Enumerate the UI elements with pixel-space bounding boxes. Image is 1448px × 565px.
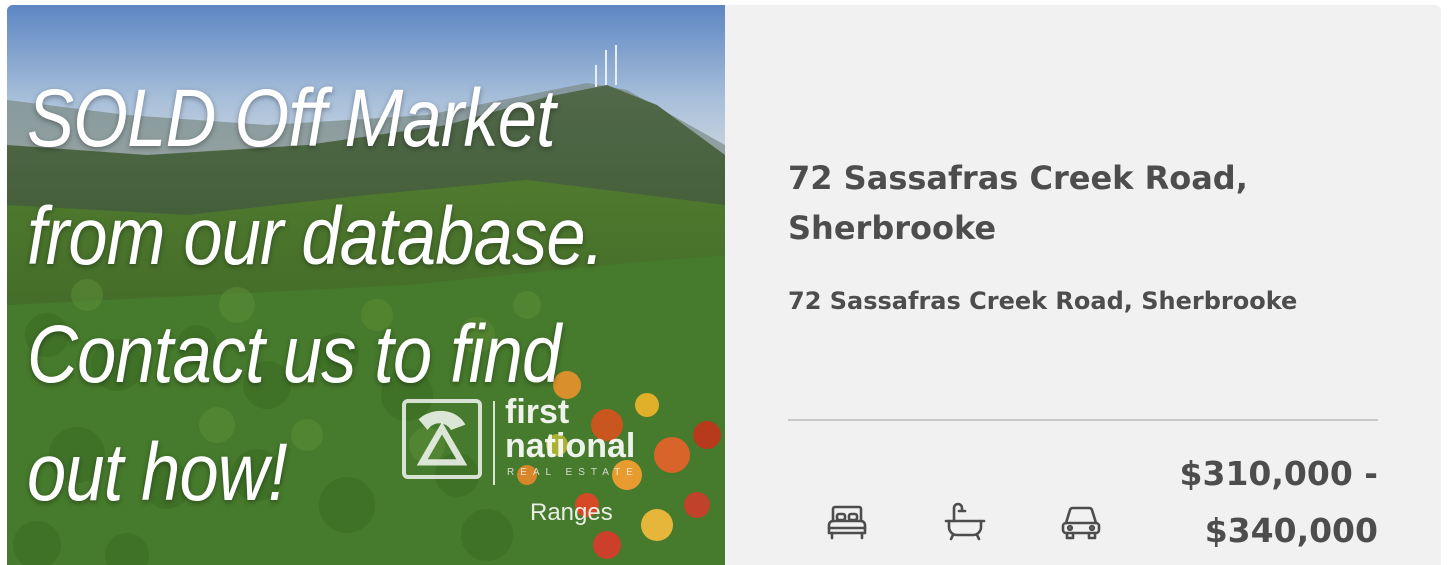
listing-card[interactable]: SOLD Off Market from our database. Conta… [7, 5, 1441, 565]
listing-price: $310,000 - $340,000 [1118, 445, 1378, 559]
brand-logo: first national REAL ESTATE Ranges [402, 393, 642, 535]
brand-office: Ranges [530, 499, 613, 526]
listing-headline[interactable]: 72 Sassafras Creek Road, Sherbrooke [788, 153, 1408, 253]
bed-icon [822, 497, 872, 547]
brand-tagline: REAL ESTATE [507, 467, 639, 478]
promo-line-2: from our database. [27, 191, 604, 282]
listing-details: 72 Sassafras Creek Road, Sherbrooke 72 S… [725, 5, 1441, 565]
brand-name-line-2: national [505, 427, 636, 465]
promo-line-1: SOLD Off Market [27, 73, 556, 164]
headline-line-1: 72 Sassafras Creek Road, [788, 159, 1248, 197]
car-icon [1056, 497, 1106, 547]
bath-icon [940, 497, 990, 547]
price-line-1: $310,000 - [1179, 454, 1378, 493]
headline-line-2: Sherbrooke [788, 209, 997, 247]
first-national-logo-icon [402, 399, 482, 479]
price-line-2: $340,000 [1204, 511, 1378, 550]
details-divider [788, 419, 1378, 421]
listing-photo[interactable]: SOLD Off Market from our database. Conta… [7, 5, 725, 565]
listing-address: 72 Sassafras Creek Road, Sherbrooke [788, 287, 1298, 315]
brand-divider [493, 401, 495, 485]
